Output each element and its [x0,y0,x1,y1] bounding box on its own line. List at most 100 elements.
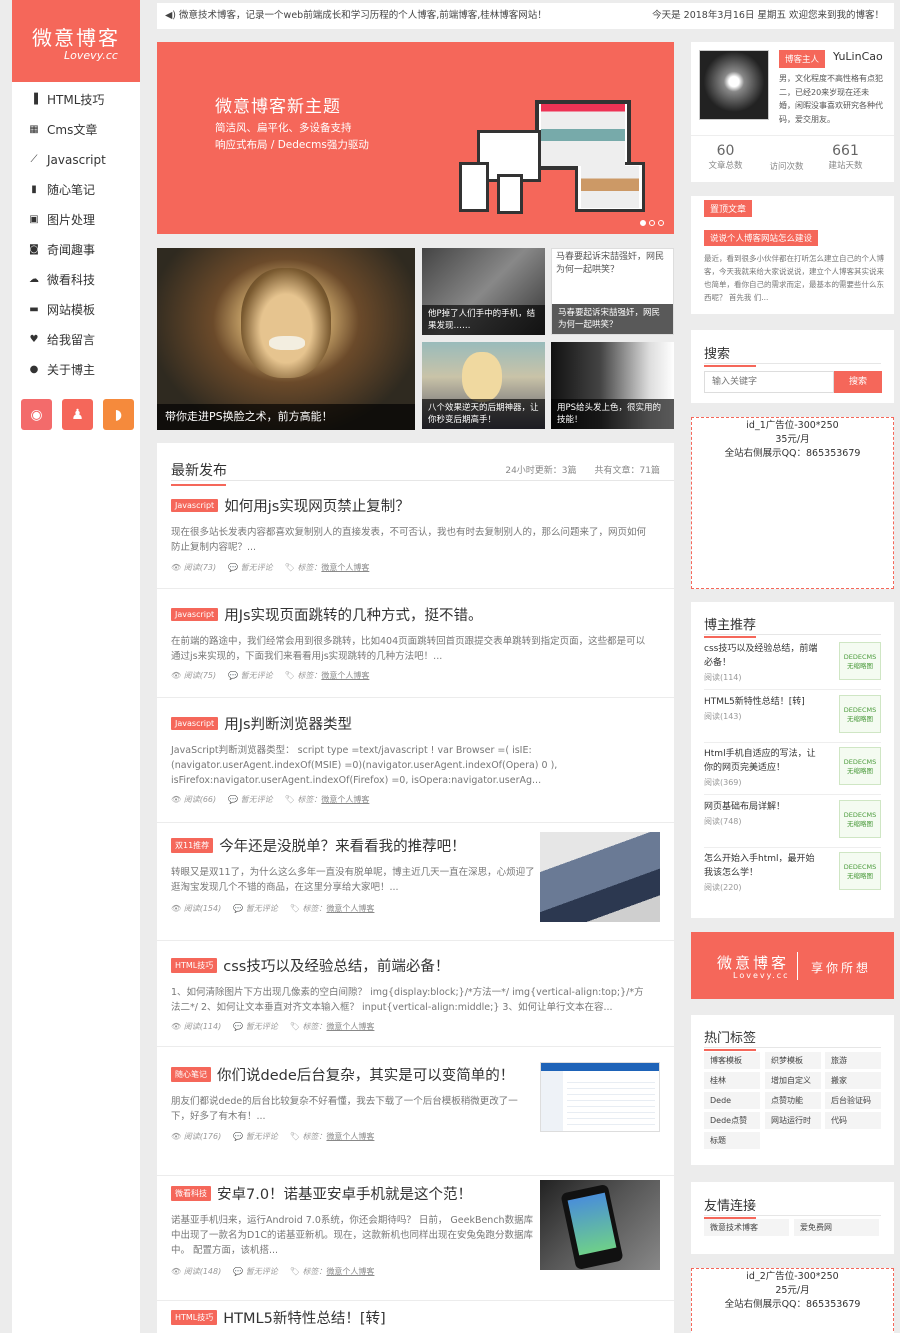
nav-item-html[interactable]: ▐ HTML技巧 [12,85,140,115]
article-item[interactable]: 微看科技 安卓7.0！诺基亚安卓手机就是这个范！ 诺基亚手机归来，运行Androi… [157,1180,674,1301]
article-item[interactable]: 随心笔记 你们说dede后台复杂，其实是可以变简单的！ 朋友们都说dede的后台比… [157,1062,674,1176]
pinned-title[interactable]: 说说个人博客网站怎么建设 [704,230,819,246]
category-badge[interactable]: HTML技巧 [171,958,218,973]
avatar[interactable] [699,50,769,120]
recommend-item-title[interactable]: 怎么开始入手html，最开始我该怎么学！ [704,852,819,880]
article-item[interactable]: Javascript 用Js实现页面跳转的几种方式，挺不错。 在前端的路途中，我们… [157,604,674,698]
nav-label: Javascript [47,153,106,167]
tag-link[interactable]: 旅游 [825,1052,881,1069]
tag-info: 🏷 标签：微意个人博客 [284,563,370,572]
comment-count: 💬 暂无评论 [233,1022,278,1031]
no-thumbnail-placeholder[interactable]: DEDECMS 无缩略图 [839,852,881,890]
nav-item-about[interactable]: ● 关于博主 [12,355,140,385]
no-thumbnail-placeholder[interactable]: DEDECMS 无缩略图 [839,800,881,838]
category-badge[interactable]: 双11推荐 [171,838,214,853]
category-badge[interactable]: 微看科技 [171,1186,211,1201]
tag-link[interactable]: 标题 [704,1132,760,1149]
recommend-item-title[interactable]: HTML5新特性总结！[转] [704,695,819,709]
category-badge[interactable]: Javascript [171,499,219,512]
article-title[interactable]: 安卓7.0！诺基亚安卓手机就是这个范！ [217,1183,472,1204]
no-thumbnail-placeholder[interactable]: DEDECMS 无缩略图 [839,642,881,680]
heart-icon: ♥ [29,334,39,345]
category-badge[interactable]: 随心笔记 [171,1067,211,1082]
tag-link[interactable]: 网站运行时 [765,1112,821,1129]
tag-link[interactable]: 博客模板 [704,1052,760,1069]
photo-tile[interactable]: 他P掉了人们手中的手机，结果发现…… [422,248,545,335]
promo-banner[interactable]: 微意博客 Lovevy.cc 享你所想 [691,932,894,999]
no-thumbnail-placeholder[interactable]: DEDECMS 无缩略图 [839,695,881,733]
tag-link[interactable]: 织梦模板 [765,1052,821,1069]
weibo-icon[interactable]: ◉ [21,399,52,430]
tag-link[interactable]: 桂林 [704,1072,760,1089]
article-thumbnail[interactable] [540,1180,660,1270]
article-item[interactable]: HTML技巧 HTML5新特性总结！[转] [157,1307,674,1333]
recommend-item[interactable]: HTML5新特性总结！[转] 阅读(143) DEDECMS 无缩略图 [704,695,881,743]
friend-link[interactable]: 爱免费网 [794,1219,879,1236]
qq-icon[interactable]: ♟ [62,399,93,430]
search-button[interactable]: 搜索 [834,371,882,393]
tag-link[interactable]: 增加自定义 [765,1072,821,1089]
recommend-item[interactable]: 网页基础布局详解！ 阅读(748) DEDECMS 无缩略图 [704,800,881,848]
article-item[interactable]: 双11推荐 今年还是没脱单？来看看我的推荐吧！ 转眼又是双11了，为什么这么多年一… [157,832,674,941]
nav-item-image[interactable]: ▣ 图片处理 [12,205,140,235]
comment-count: 💬 暂无评论 [228,671,273,680]
nav-item-tech[interactable]: ☁ 微看科技 [12,265,140,295]
article-thumbnail[interactable] [540,1062,660,1132]
article-thumbnail[interactable] [540,832,660,922]
recommend-item-title[interactable]: css技巧以及经验总结，前端必备！ [704,642,819,670]
recommend-item-title[interactable]: 网页基础布局详解！ [704,800,819,814]
ad-line: id_1广告位-300*250 [746,420,839,431]
recommend-item[interactable]: 怎么开始入手html，最开始我该怎么学！ 阅读(220) DEDECMS 无缩略… [704,852,881,900]
article-item[interactable]: Javascript 如何用js实现网页禁止复制？ 现在很多站长发表内容都喜欢复制… [157,495,674,589]
nav-item-javascript[interactable]: ⟋ Javascript [12,145,140,175]
ad-slot-1[interactable]: id_1广告位-300*250 35元/月 全站右侧展示QQ：865353679 [691,417,894,589]
pinned-badge: 置顶文章 [704,200,753,217]
search-input[interactable] [704,371,834,393]
friend-link[interactable]: 微意技术博客 [704,1219,789,1236]
nav-item-message[interactable]: ♥ 给我留言 [12,325,140,355]
site-logo[interactable]: 微意博客 Lovevy.cc [12,0,140,82]
photo-tile[interactable]: 马春要起诉宋喆强奸，网民为何一起哄笑？ 马春要起诉宋喆强奸，网民为何一起哄笑？ [551,248,674,335]
rss-icon[interactable]: ◗ [103,399,134,430]
tag-info: 🏷 标签：微意个人博客 [289,904,375,913]
no-thumbnail-placeholder[interactable]: DEDECMS 无缩略图 [839,747,881,785]
article-item[interactable]: HTML技巧 css技巧以及经验总结，前端必备！ 1、如何清除图片下方出现几像素的… [157,955,674,1047]
recommend-item[interactable]: Html手机自适应的写法，让你的网页完美适应！ 阅读(369) DEDECMS … [704,747,881,795]
friend-links-title: 友情连接 [704,1195,757,1219]
hero-banner[interactable]: 微意博客新主题 简洁风、扁平化、多设备支持 响应式布局 / Dedecms强力驱… [157,42,674,234]
category-badge[interactable]: HTML技巧 [171,1310,218,1325]
nav-item-notes[interactable]: ▮ 随心笔记 [12,175,140,205]
nav-item-cms[interactable]: ▦ Cms文章 [12,115,140,145]
ad-slot-2[interactable]: id_2广告位-300*250 25元/月 全站右侧展示QQ：865353679 [691,1268,894,1333]
slider-dots[interactable] [640,220,664,226]
photo-tile[interactable]: 用PS给头发上色，很实用的技能！ [551,342,674,429]
nav-item-fun[interactable]: ◙ 奇闻趣事 [12,235,140,265]
article-title[interactable]: 用Js判断浏览器类型 [224,713,352,734]
article-title[interactable]: 你们说dede后台复杂，其实是可以变简单的！ [217,1064,514,1085]
recommend-item[interactable]: css技巧以及经验总结，前端必备！ 阅读(114) DEDECMS 无缩略图 [704,642,881,690]
article-title[interactable]: 用Js实现页面跳转的几种方式，挺不错。 [224,604,482,625]
tag-link[interactable]: 后台验证码 [825,1092,881,1109]
category-badge[interactable]: Javascript [171,717,219,730]
nav-item-template[interactable]: ▬ 网站模板 [12,295,140,325]
photo-tile[interactable]: 带你走进PS换脸之术，前方高能！ [157,248,415,430]
banner-line2: 响应式布局 / Dedecms强力驱动 [215,139,369,151]
photo-tile[interactable]: 八个效果逆天的后期神器，让你秒变后期高手！ [422,342,545,429]
tag-link[interactable]: Dede点赞 [704,1112,760,1129]
article-item[interactable]: Javascript 用Js判断浏览器类型 JavaScript判断浏览器类型： … [157,713,674,823]
tag-link[interactable]: 搬家 [825,1072,881,1089]
article-title[interactable]: 今年还是没脱单？来看看我的推荐吧！ [219,835,466,856]
article-title[interactable]: css技巧以及经验总结，前端必备！ [223,955,449,976]
photo-caption: 八个效果逆天的后期神器，让你秒变后期高手！ [422,399,545,429]
tag-link[interactable]: Dede [704,1092,760,1109]
recommend-item-title[interactable]: Html手机自适应的写法，让你的网页完美适应！ [704,747,819,775]
nav-label: 网站模板 [47,303,96,317]
category-badge[interactable]: Javascript [171,608,219,621]
article-title[interactable]: 如何用js实现网页禁止复制？ [224,495,410,516]
notebook-icon: ▮ [31,184,37,195]
tag-link[interactable]: 点赞功能 [765,1092,821,1109]
read-count: 👁 阅读(148) [171,1267,222,1276]
article-title[interactable]: HTML5新特性总结！[转] [223,1307,385,1328]
article-desc: 诺基亚手机归来，运行Android 7.0系统，你还会期待吗？ 日前， Geek… [171,1215,534,1256]
tag-link[interactable]: 代码 [825,1112,881,1129]
